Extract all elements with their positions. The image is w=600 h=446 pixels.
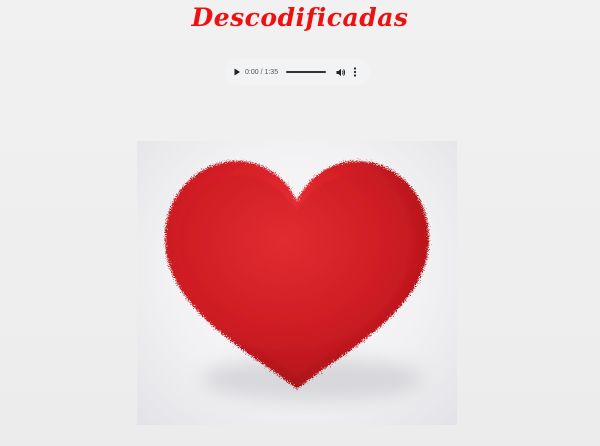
more-vert-icon <box>353 67 357 77</box>
volume-icon <box>336 68 346 76</box>
heart-image <box>137 141 457 425</box>
progress-slider[interactable] <box>286 71 327 73</box>
play-button[interactable] <box>231 66 243 78</box>
page: Descodificadas 0:00 / 1:35 <box>0 0 600 446</box>
heart-illustration <box>165 161 429 401</box>
page-title: Descodificadas <box>191 3 409 32</box>
audio-player[interactable]: 0:00 / 1:35 <box>225 59 370 85</box>
play-icon <box>234 68 240 76</box>
time-display: 0:00 / 1:35 <box>245 68 279 76</box>
volume-button[interactable] <box>335 66 347 78</box>
more-options-button[interactable] <box>350 66 360 78</box>
